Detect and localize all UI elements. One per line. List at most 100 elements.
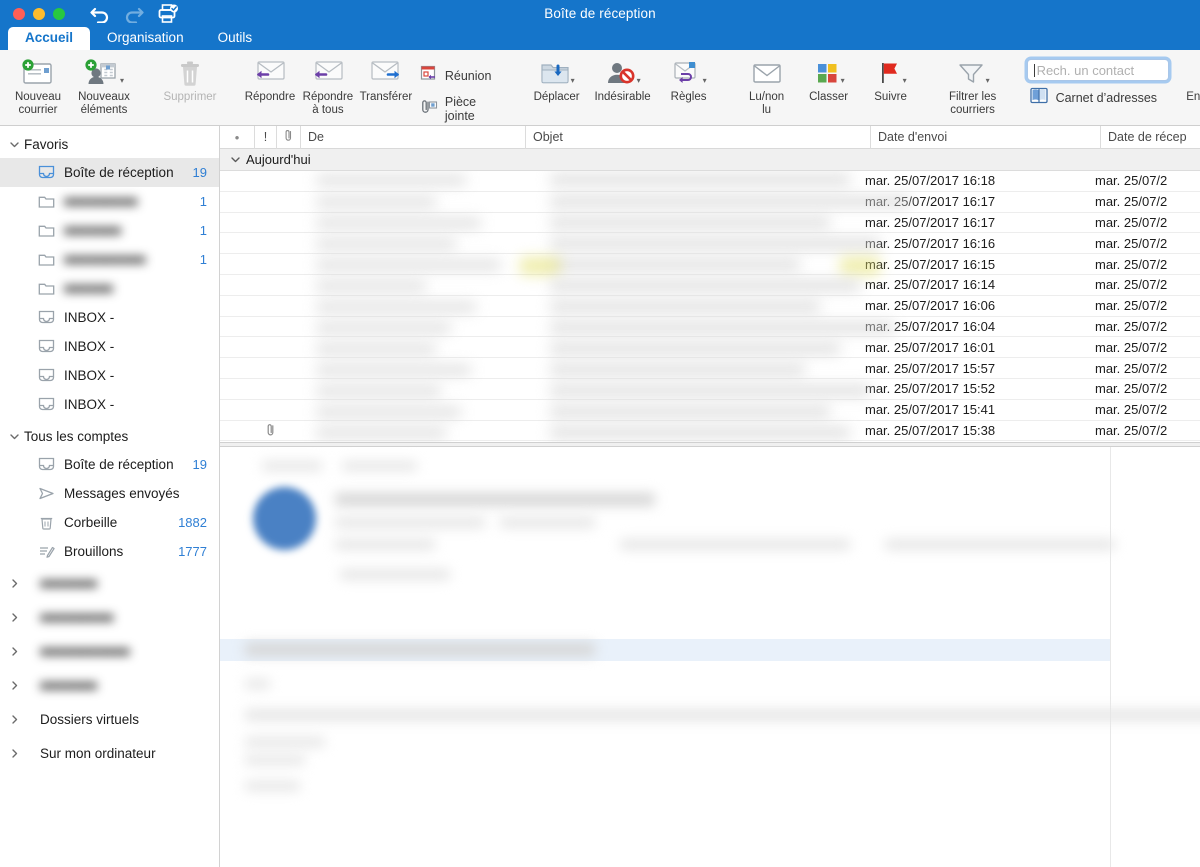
sidebar-item-inbox-account-3[interactable]: INBOX - xyxy=(0,361,219,390)
filter-chevron-down-icon[interactable]: ▾ xyxy=(986,62,990,85)
table-row[interactable]: mar. 25/07/2017 16:06 mar. 25/07/2 xyxy=(220,296,1200,317)
sidebar-item-inbox-account-2[interactable]: INBOX - xyxy=(0,332,219,361)
sidebar-item-trash[interactable]: Corbeille 1882 xyxy=(0,508,219,537)
new-items-chevron-down-icon[interactable]: ▾ xyxy=(120,62,124,85)
forward-button[interactable]: Transférer xyxy=(357,54,415,104)
close-button[interactable] xyxy=(13,7,25,20)
sidebar-account-3[interactable]: ■■■■■■■■■■■ xyxy=(0,634,219,668)
sidebar-account-4[interactable]: ■■■■■■■ xyxy=(0,668,219,702)
message-group-header-today[interactable]: Aujourd'hui xyxy=(220,149,1200,171)
redacted-line xyxy=(245,679,270,689)
sidebar-account-1[interactable]: ■■■■■■■ xyxy=(0,566,219,600)
chevron-right-icon[interactable] xyxy=(6,612,22,623)
follow-up-button[interactable]: ▾ Suivre xyxy=(860,54,922,104)
sidebar-section-tous-les-comptes[interactable]: Tous les comptes xyxy=(0,423,219,450)
column-header-attachment[interactable] xyxy=(276,125,300,149)
tab-accueil[interactable]: Accueil xyxy=(8,27,91,50)
rules-button[interactable]: ▾ Règles xyxy=(658,54,720,104)
table-row[interactable]: mar. 25/07/2017 16:17 mar. 25/07/2 xyxy=(220,213,1200,234)
table-row[interactable]: mar. 25/07/2017 16:16 mar. 25/07/2 xyxy=(220,233,1200,255)
categorize-button[interactable]: ▾ Classer xyxy=(798,54,860,104)
sent-date-cell: mar. 25/07/2017 16:06 xyxy=(865,298,996,314)
junk-icon: ▾ xyxy=(605,58,641,88)
new-items-button[interactable]: ▾ Nouveaux éléments xyxy=(69,54,139,116)
table-row[interactable]: mar. 25/07/2017 16:15 mar. 25/07/2 xyxy=(220,254,1200,275)
read-unread-button[interactable]: Lu/non lu xyxy=(736,54,798,116)
table-row[interactable]: mar. 25/07/2017 15:41 mar. 25/07/2 xyxy=(220,400,1200,421)
column-header-from[interactable]: De xyxy=(300,125,525,149)
sidebar-item-folder-1[interactable]: ■■■■■■■■■ 1 xyxy=(0,187,219,216)
folder-sidebar[interactable]: Favoris Boîte de réception 19 ■■■■■■■■■ … xyxy=(0,126,220,867)
sidebar-item-inbox-account-4[interactable]: INBOX - xyxy=(0,390,219,419)
table-row[interactable]: mar. 25/07/2017 16:17 mar. 25/07/2 xyxy=(220,192,1200,213)
sidebar-section-favoris[interactable]: Favoris xyxy=(0,131,219,158)
rules-chevron-down-icon[interactable]: ▾ xyxy=(703,62,707,85)
chevron-down-icon[interactable] xyxy=(6,139,22,150)
tab-outils[interactable]: Outils xyxy=(201,27,270,50)
attachment-button[interactable]: Pièce jointe xyxy=(419,95,504,123)
reply-label: Répondre xyxy=(244,91,296,103)
zoom-button[interactable] xyxy=(53,7,65,20)
new-mail-button[interactable]: Nouveau courrier xyxy=(7,54,69,116)
sidebar-item-folder-4[interactable]: ■■■■■■ xyxy=(0,274,219,303)
sidebar-item-folder-3[interactable]: ■■■■■■■■■■ 1 xyxy=(0,245,219,274)
filter-mail-button[interactable]: ▾ Filtrer les courriers xyxy=(938,54,1008,116)
send-receive-button[interactable]: Envoyer/Recevoir xyxy=(1186,54,1200,104)
move-chevron-down-icon[interactable]: ▾ xyxy=(571,62,575,85)
sidebar-item-sur-mon-ordinateur[interactable]: Sur mon ordinateur xyxy=(0,736,219,770)
tab-organisation[interactable]: Organisation xyxy=(90,27,201,50)
reply-all-button[interactable]: Répondre à tous xyxy=(299,54,357,116)
follow-up-chevron-down-icon[interactable]: ▾ xyxy=(903,62,907,85)
delete-button[interactable]: Supprimer xyxy=(155,54,225,104)
table-row[interactable]: mar. 25/07/2017 16:14 mar. 25/07/2 xyxy=(220,275,1200,296)
sidebar-item-inbox-account-1[interactable]: INBOX - xyxy=(0,303,219,332)
address-book-button[interactable]: Carnet d’adresses xyxy=(1027,87,1169,109)
table-row[interactable]: mar. 25/07/2017 15:57 mar. 25/07/2 xyxy=(220,358,1200,379)
chevron-down-icon[interactable] xyxy=(6,431,22,442)
categorize-chevron-down-icon[interactable]: ▾ xyxy=(841,62,845,85)
move-button[interactable]: ▾ Déplacer xyxy=(526,54,588,104)
print-icon[interactable] xyxy=(158,4,179,23)
undo-icon[interactable] xyxy=(90,5,110,23)
minimize-button[interactable] xyxy=(33,7,45,20)
column-header-sent-date[interactable]: Date d'envoi xyxy=(870,125,1100,149)
chevron-right-icon[interactable] xyxy=(6,714,22,725)
chevron-right-icon[interactable] xyxy=(6,680,22,691)
column-header-unread-dot[interactable]: • xyxy=(220,126,254,149)
group-label: Aujourd'hui xyxy=(246,152,311,167)
contact-search-field[interactable] xyxy=(1026,59,1169,81)
column-header-priority[interactable]: ! xyxy=(254,125,276,149)
reply-button[interactable]: Répondre xyxy=(241,54,299,104)
new-items-label: Nouveaux éléments xyxy=(78,91,130,116)
chevron-right-icon[interactable] xyxy=(6,646,22,657)
table-row[interactable]: mar. 25/07/2017 16:01 mar. 25/07/2 xyxy=(220,337,1200,359)
meeting-button[interactable]: Réunion xyxy=(419,65,504,86)
sidebar-account-2[interactable]: ■■■■■■■■■ xyxy=(0,600,219,634)
sidebar-item-folder-2[interactable]: ■■■■■■■ 1 xyxy=(0,216,219,245)
ribbon-group-filter: ▾ Filtrer les courriers xyxy=(931,50,1015,125)
table-row[interactable]: mar. 25/07/2017 16:18 mar. 25/07/2 xyxy=(220,171,1200,192)
sidebar-item-drafts[interactable]: Brouillons 1777 xyxy=(0,537,219,566)
chevron-right-icon[interactable] xyxy=(6,748,22,759)
sidebar-item-dossiers-virtuels[interactable]: Dossiers virtuels xyxy=(0,702,219,736)
table-row[interactable]: mar. 25/07/2017 15:38 mar. 25/07/2 xyxy=(220,421,1200,442)
message-list[interactable]: mar. 25/07/2017 16:18 mar. 25/07/2 mar. … xyxy=(220,171,1200,442)
chevron-right-icon[interactable] xyxy=(6,578,22,589)
main-body: Favoris Boîte de réception 19 ■■■■■■■■■ … xyxy=(0,125,1200,867)
sidebar-item-inbox-all[interactable]: Boîte de réception 19 xyxy=(0,450,219,479)
unread-dot-icon: • xyxy=(234,129,240,145)
search-input[interactable] xyxy=(1036,62,1162,78)
reading-pane[interactable] xyxy=(220,447,1200,867)
sidebar-item-inbox-favoris[interactable]: Boîte de réception 19 xyxy=(0,158,219,187)
junk-chevron-down-icon[interactable]: ▾ xyxy=(637,62,641,85)
chevron-down-icon[interactable] xyxy=(228,154,242,165)
column-header-received-date[interactable]: Date de récep xyxy=(1100,125,1200,149)
table-row[interactable]: mar. 25/07/2017 16:04 mar. 25/07/2 xyxy=(220,317,1200,338)
sidebar-item-label: INBOX - xyxy=(64,310,115,325)
table-row[interactable]: mar. 25/07/2017 15:52 mar. 25/07/2 xyxy=(220,379,1200,400)
sidebar-item-label: ■■■■■■■■■ xyxy=(64,194,138,209)
ribbon-group-move: ▾ Déplacer ▾ Indésirable ▾ Règles xyxy=(519,50,727,125)
sidebar-item-sent[interactable]: Messages envoyés xyxy=(0,479,219,508)
junk-button[interactable]: ▾ Indésirable xyxy=(588,54,658,104)
column-header-subject[interactable]: Objet xyxy=(525,125,870,149)
